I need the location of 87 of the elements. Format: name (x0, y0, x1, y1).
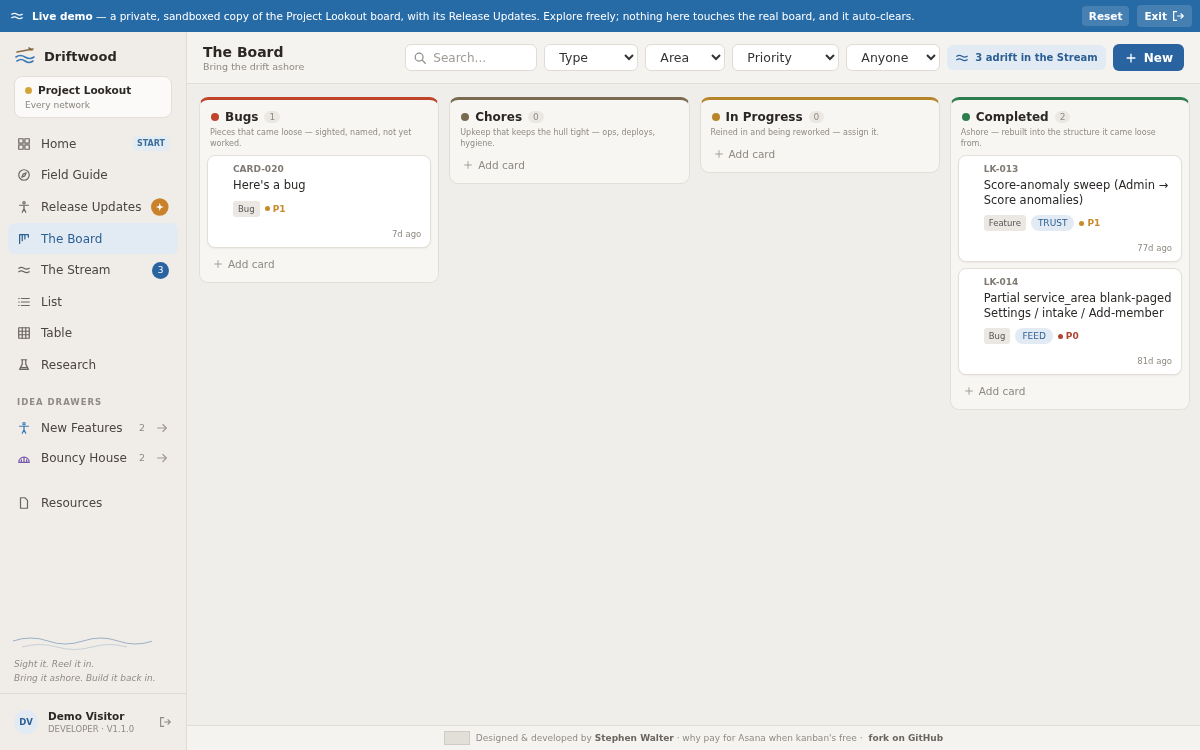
document-icon (17, 495, 31, 510)
project-name: Project Lookout (38, 84, 132, 96)
plus-icon (463, 160, 474, 170)
project-card[interactable]: Project Lookout Every network (14, 76, 172, 118)
plus-icon (713, 149, 724, 159)
app-name: Driftwood (44, 48, 117, 64)
section-heading: IDEA DRAWERS (16, 395, 104, 409)
column-description: Pieces that came loose — sighted, named, not yet worked. (209, 127, 413, 149)
nav-item[interactable]: Resources (8, 486, 178, 519)
demo-banner-text: Live demo — a private, sandboxed copy of the Project Lookout board, with its Release Updates. Explore freely; nothing here touches the real board, and it auto-clears. (32, 10, 916, 22)
card-id: LK-014 (983, 277, 1020, 287)
page-title: The Board (203, 43, 285, 60)
exit-icon (1171, 9, 1185, 23)
filter-dropdown[interactable]: Anyone (846, 44, 941, 71)
reset-button[interactable]: Reset (1081, 6, 1130, 26)
nav-item[interactable]: Research (8, 349, 178, 381)
card-count: 2 (1054, 111, 1071, 123)
search-icon (413, 51, 428, 65)
card-count: 0 (808, 111, 825, 123)
card-title: Score-anomaly sweep (Admin → Score anomalies) (983, 178, 1170, 207)
task-card[interactable]: LK-014 Partial service_area blank-paged Settings / intake / Add-member Bug FEED P0 81d ago (957, 268, 1182, 375)
column-title: Chores (475, 110, 523, 124)
filter-dropdown[interactable]: Type (544, 44, 639, 71)
card-count: 1 (264, 111, 281, 123)
column-title: In Progress (725, 110, 803, 124)
type-tag: Bug (983, 328, 1011, 344)
card-age: 81d ago (1136, 356, 1172, 366)
card-title: Partial service_area blank-paged Settings / intake / Add-member (983, 291, 1172, 320)
task-card[interactable]: LK-013 Score-anomaly sweep (Admin → Score anomalies) Feature TRUST P1 77d ago (957, 155, 1182, 262)
card-title: Here's a bug (233, 178, 307, 193)
card-id: CARD-020 (233, 164, 285, 174)
area-tag: FEED (1015, 328, 1053, 344)
figure-icon (17, 420, 31, 435)
new-button[interactable]: New (1112, 44, 1184, 71)
grid-icon (17, 136, 31, 151)
nav-item[interactable]: Release Updates (8, 191, 178, 223)
exit-button[interactable]: Exit (1137, 5, 1192, 27)
nav-item[interactable]: List (8, 285, 178, 318)
project-subtitle: Every network (25, 100, 91, 110)
card-age: 77d ago (1136, 243, 1172, 253)
priority-label: P1 (264, 203, 286, 214)
filter-dropdown[interactable]: Priority (732, 44, 840, 71)
logo-icon (14, 46, 36, 66)
user-role: DEVELOPER · V1.1.0 (48, 724, 136, 734)
area-tag: TRUST (1030, 215, 1075, 231)
plus-icon (963, 386, 974, 396)
type-tag: Feature (983, 215, 1026, 231)
type-tag: Bug (233, 200, 260, 217)
drawer-item[interactable]: Bouncy House 2 (8, 442, 178, 473)
task-card[interactable]: CARD-020 Here's a bug Bug P1 7d ago (207, 155, 432, 248)
sparkle-icon (151, 198, 169, 216)
filter-dropdown[interactable]: Area (645, 44, 726, 71)
start-badge: START (132, 136, 169, 152)
nav-item[interactable]: The Board (8, 222, 178, 255)
card-id: LK-013 (983, 164, 1020, 174)
count-badge: 3 (152, 261, 169, 279)
badge-icon (443, 731, 470, 745)
figure-icon (17, 200, 31, 214)
board-icon (17, 231, 31, 246)
column-description: Reined in and being reworked — assign it. (709, 127, 881, 138)
search-field[interactable]: Search... (405, 44, 538, 71)
card-age: 7d ago (390, 228, 422, 239)
tagline-text: Sight it. Reel it in. (14, 658, 96, 671)
stream-chip[interactable]: 3 adrift in the Stream (947, 45, 1106, 70)
github-link[interactable]: fork on GitHub (868, 733, 944, 743)
user-name: Demo Visitor (48, 710, 126, 722)
column-description: Upkeep that keeps the hull tight — ops, deploys, hygiene. (459, 127, 657, 149)
card-count: 0 (528, 111, 544, 123)
nav-item[interactable]: Home START (8, 128, 178, 160)
drawer-item[interactable]: New Features 2 (8, 412, 178, 443)
priority-label: P1 (1079, 218, 1101, 228)
column-description: Ashore — rebuilt into the structure it came loose from. (959, 127, 1157, 149)
compass-icon (17, 168, 31, 183)
page-subtitle: Bring the drift ashore (203, 60, 306, 72)
nav-item[interactable]: Field Guide (8, 159, 178, 192)
avatar: DV (14, 710, 38, 734)
table-icon (17, 326, 31, 341)
column-title: Completed (975, 110, 1049, 124)
logout-icon[interactable] (158, 715, 172, 729)
column-title: Bugs (225, 110, 259, 124)
priority-label: P0 (1057, 331, 1079, 341)
plus-icon (213, 258, 223, 269)
nav-item[interactable]: Table (8, 317, 178, 350)
footer-text: Designed & developed by Stephen Walter · why pay for Asana when kanban's free · (475, 733, 863, 743)
tagline-text: Bring it ashore. Build it back in. (14, 672, 157, 685)
flask-icon (17, 357, 31, 372)
nav-item[interactable]: The Stream 3 (8, 254, 178, 286)
